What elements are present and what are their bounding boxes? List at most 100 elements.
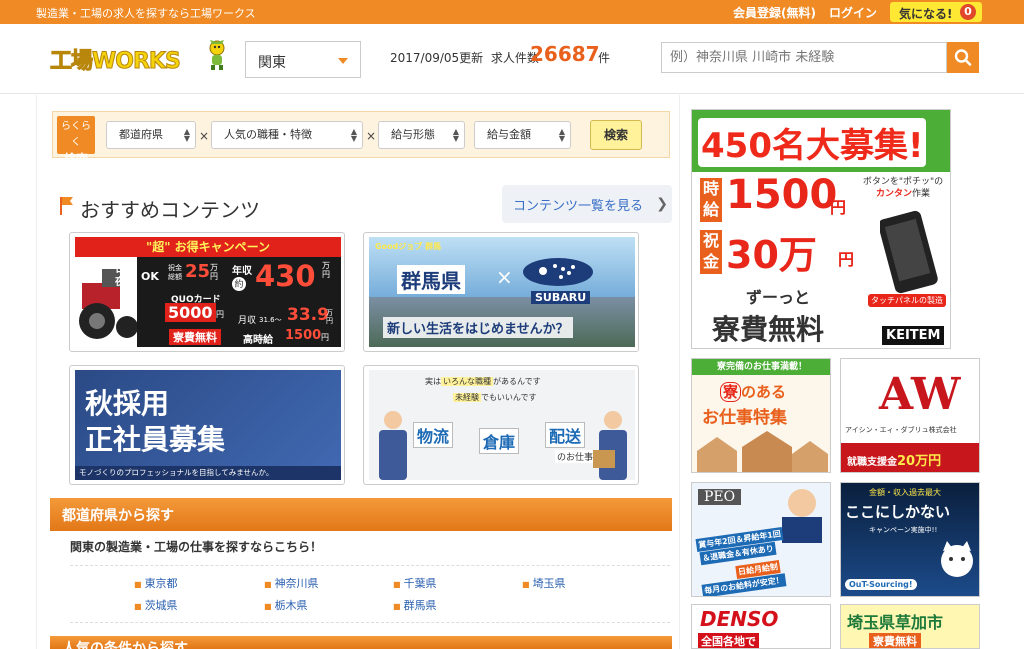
monthly-label: 月収	[238, 316, 257, 326]
register-link[interactable]: 会員登録(無料)	[733, 4, 816, 21]
shift-text: 日勤夜勤	[115, 264, 135, 288]
monthly-range: 31.6〜	[259, 316, 282, 324]
bullet-icon: ■	[522, 580, 530, 589]
keitem-panel: タッチパネルの製造	[868, 294, 946, 307]
prefecture-link-label: 茨城県	[144, 599, 178, 612]
prefecture-link[interactable]: ■ 東京都	[134, 575, 178, 591]
updown-arrow-icon: ▲ ▼	[558, 127, 565, 143]
search-button[interactable]	[947, 42, 979, 73]
jobs-word: のお仕事	[555, 450, 596, 463]
login-link[interactable]: ログイン	[829, 4, 877, 21]
bubble-pre: 実は	[425, 377, 441, 386]
times-sign: ×	[199, 129, 210, 143]
bubble-post: があるんです	[493, 377, 541, 386]
worker-left-image	[379, 411, 407, 480]
prefecture-list: ■ 東京都 ■ 神奈川県 ■ 千葉県 ■ 埼玉県 ■ 茨城県 ■ 栃木県 ■ 群馬県	[70, 565, 670, 623]
keitem-headline: 450名大募集!	[698, 118, 927, 167]
prefecture-link[interactable]: ■ 千葉県	[393, 575, 437, 591]
peo-logo: PEO	[698, 489, 742, 505]
prefecture-select[interactable]: 都道府県 ▲ ▼	[106, 121, 196, 149]
hourly-label-1: 時	[702, 179, 719, 198]
prefecture-link-label: 千葉県	[403, 577, 437, 590]
times-sign: ×	[496, 265, 513, 289]
aw-bonus-value: 20万円	[897, 454, 942, 469]
keitem-hourly-unit: 円	[830, 198, 847, 217]
prefecture-link[interactable]: ■ 茨城県	[134, 597, 178, 613]
top-bar: 製造業・工場の求人を探すなら工場ワークス 会員登録(無料) ログイン 気になる!…	[0, 0, 1024, 24]
keitem-dorm-pre: ずーっと	[746, 288, 811, 307]
subaru-brand: SUBARU	[531, 291, 591, 304]
peo-ad[interactable]: PEO 賞与年2回＆昇給年1回 ＆退職金＆有休あり 日給月給制 毎月のお給料が安…	[691, 482, 831, 597]
autumn-hiring-card[interactable]: 秋採用 正社員募集 モノづくりのプロフェッショナルを目指してみませんか。	[69, 365, 345, 485]
bubble2-mark: 未経験	[453, 393, 481, 402]
bubble-text: ボタンを"ポチッ"の	[862, 177, 944, 187]
monthly-unit: 万円	[326, 309, 333, 325]
favorites-count-badge: 0	[960, 4, 976, 20]
aw-ad[interactable]: AW アイシン・エィ・ダブリュ株式会社 就職支援金20万円	[840, 358, 980, 473]
update-date: 2017/09/05更新	[390, 51, 484, 65]
dorm-ad-line2: お仕事特集	[702, 408, 787, 428]
salary-type-select-label: 給与形態	[391, 128, 435, 141]
occupation-select[interactable]: 人気の職種・特徴 ▲ ▼	[211, 121, 363, 149]
bonus-label-1: 祝	[702, 231, 719, 250]
keitem-bubble: ボタンを"ポチッ"の カンタン作業	[857, 176, 949, 200]
popular-section-header: 人気の条件から探す	[50, 636, 672, 649]
site-logo[interactable]: 工場WORKS	[50, 39, 230, 75]
search-input[interactable]	[661, 42, 947, 73]
prefecture-link-label: 栃木県	[274, 599, 308, 612]
outsourcing-top: 金額・収入過去最大	[869, 488, 941, 497]
soka-sub: 寮費無料	[869, 633, 921, 648]
keitem-ad[interactable]: 450名大募集! 時給 1500 円 祝金 30万 円 ボタンを"ポチッ"の カ…	[691, 109, 951, 349]
chevron-right-icon: ❯	[656, 196, 668, 212]
delivery-word: 配送	[545, 422, 586, 448]
prefecture-link[interactable]: ■ 栃木県	[264, 597, 308, 613]
region-select[interactable]: 関東	[245, 41, 361, 78]
worker-right-image	[593, 411, 627, 480]
favorites-button[interactable]: 気になる! 0	[890, 2, 982, 22]
logistics-jobs-card[interactable]: 実は いろんな職種 があるんです 未経験 でもいいんです 物流 倉庫 配送 のお仕事	[363, 365, 639, 485]
prefecture-link[interactable]: ■ 埼玉県	[522, 575, 566, 591]
soka-ad[interactable]: 埼玉県草加市 寮費無料	[840, 604, 980, 649]
search-icon	[954, 49, 972, 66]
campaign-card[interactable]: "超" お得キャンペーン 日勤夜勤 OK 祝金総額 25 万円 年収 約 430…	[69, 232, 345, 352]
prefecture-link[interactable]: ■ 群馬県	[393, 597, 437, 613]
hourly-label: 高時給	[243, 335, 273, 346]
bonus-value: 25	[185, 261, 211, 282]
bonus-label: 祝金総額	[168, 264, 182, 281]
quick-search-button[interactable]: 検索	[590, 120, 642, 150]
denso-ad[interactable]: DENSO 全国各地で	[691, 604, 831, 649]
dorm-ad-line1: 寮のある	[720, 381, 786, 402]
campaign-headline: "超" お得キャンペーン	[75, 237, 341, 257]
subaru-logo-icon	[523, 258, 593, 286]
aw-logo: AW	[879, 369, 961, 420]
job-count: 26687	[530, 42, 600, 66]
salary-type-select[interactable]: 給与形態 ▲ ▼	[378, 121, 465, 149]
cat-mascot-image	[941, 541, 973, 577]
soka-headline: 埼玉県草加市	[847, 613, 944, 632]
hourly-unit: 円	[321, 333, 329, 342]
quick-search-label-line2: 検索	[63, 152, 88, 166]
region-value: 関東	[258, 55, 286, 71]
updown-arrow-icon: ▲ ▼	[452, 127, 459, 143]
bubble-mark: カンタン	[875, 189, 912, 199]
prefecture-link[interactable]: ■ 神奈川県	[264, 575, 319, 591]
all-contents-link[interactable]: コンテンツ一覧を見る ❯	[502, 185, 672, 223]
autumn-hiring-line2: 正社員募集	[85, 423, 226, 456]
site-tagline: 製造業・工場の求人を探すなら工場ワークス	[36, 7, 256, 20]
dorm-jobs-ad[interactable]: 寮完備のお仕事満載！ 寮のある お仕事特集	[691, 358, 831, 473]
bonus-label-2: 金	[702, 252, 719, 271]
bubble2-post: でもいいんです	[481, 393, 537, 402]
outsourcing-ad[interactable]: 金額・収入過去最大 ここにしかない キャンペーン実施中!! OuT-Sourci…	[840, 482, 980, 597]
times-sign: ×	[366, 129, 377, 143]
hourly-value: 1500	[285, 328, 322, 343]
income-label: 年収	[232, 266, 252, 277]
smartphone-image	[880, 210, 938, 294]
keitem-dorm: 寮費無料	[712, 313, 825, 346]
bullet-icon: ■	[393, 602, 401, 611]
salary-amount-select[interactable]: 給与金額 ▲ ▼	[474, 121, 571, 149]
prefecture-select-label: 都道府県	[119, 128, 163, 141]
update-info: 2017/09/05更新 求人件数	[390, 49, 539, 66]
gunma-subaru-card[interactable]: Goodジョブ 群馬 群馬県 × SUBARU 新しい生活をはじめませんか？	[363, 232, 639, 352]
updown-arrow-icon: ▲ ▼	[183, 127, 190, 143]
hourly-label-2: 給	[702, 200, 719, 219]
